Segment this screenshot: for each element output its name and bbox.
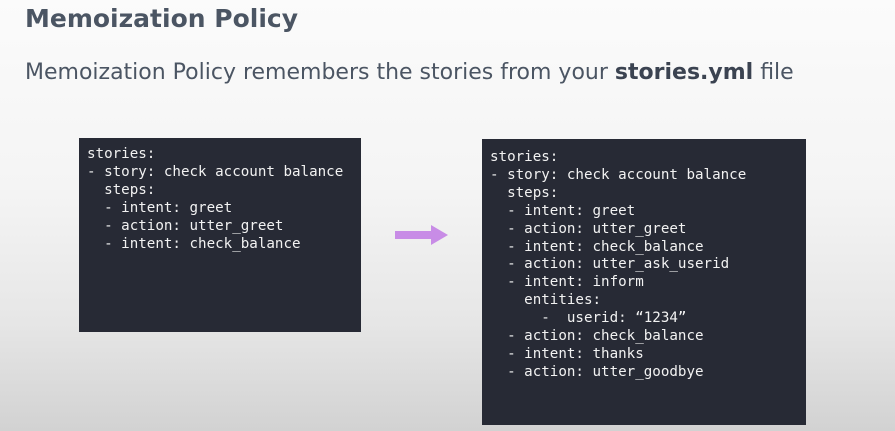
- code-line: steps:: [490, 184, 559, 201]
- code-line: - intent: inform: [490, 274, 644, 291]
- code-line: - intent: thanks: [490, 345, 644, 362]
- code-line: steps:: [87, 181, 156, 198]
- subtitle-suffix: file: [753, 60, 794, 85]
- slide-title: Memoization Policy: [25, 4, 298, 33]
- code-line: - intent: check_balance: [490, 238, 704, 255]
- code-line: - userid: “1234”: [490, 310, 687, 327]
- code-block-input-story: stories: - story: check account balance …: [79, 138, 361, 332]
- code-line: - story: check account balance: [87, 163, 344, 180]
- code-line: stories:: [490, 149, 559, 165]
- code-line: - action: utter_greet: [87, 217, 284, 234]
- slide-subtitle: Memoization Policy remembers the stories…: [25, 60, 794, 85]
- subtitle-text: Memoization Policy remembers the stories…: [25, 60, 615, 85]
- code-line: - action: utter_ask_userid: [490, 256, 730, 273]
- code-line: - action: check_balance: [490, 328, 704, 345]
- code-line: entities:: [490, 292, 602, 309]
- code-block-memorized-story: stories: - story: check account balance …: [482, 139, 806, 425]
- code-line: - intent: greet: [87, 199, 233, 216]
- code-line: - intent: greet: [490, 202, 636, 219]
- code-line: stories:: [87, 146, 156, 162]
- code-line: - story: check account balance: [490, 166, 747, 183]
- subtitle-filename: stories.yml: [614, 60, 754, 85]
- code-line: - action: utter_goodbye: [490, 363, 704, 380]
- code-line: - intent: check_balance: [87, 235, 301, 252]
- code-line: - action: utter_greet: [490, 220, 687, 237]
- right-arrow-icon: [395, 225, 448, 245]
